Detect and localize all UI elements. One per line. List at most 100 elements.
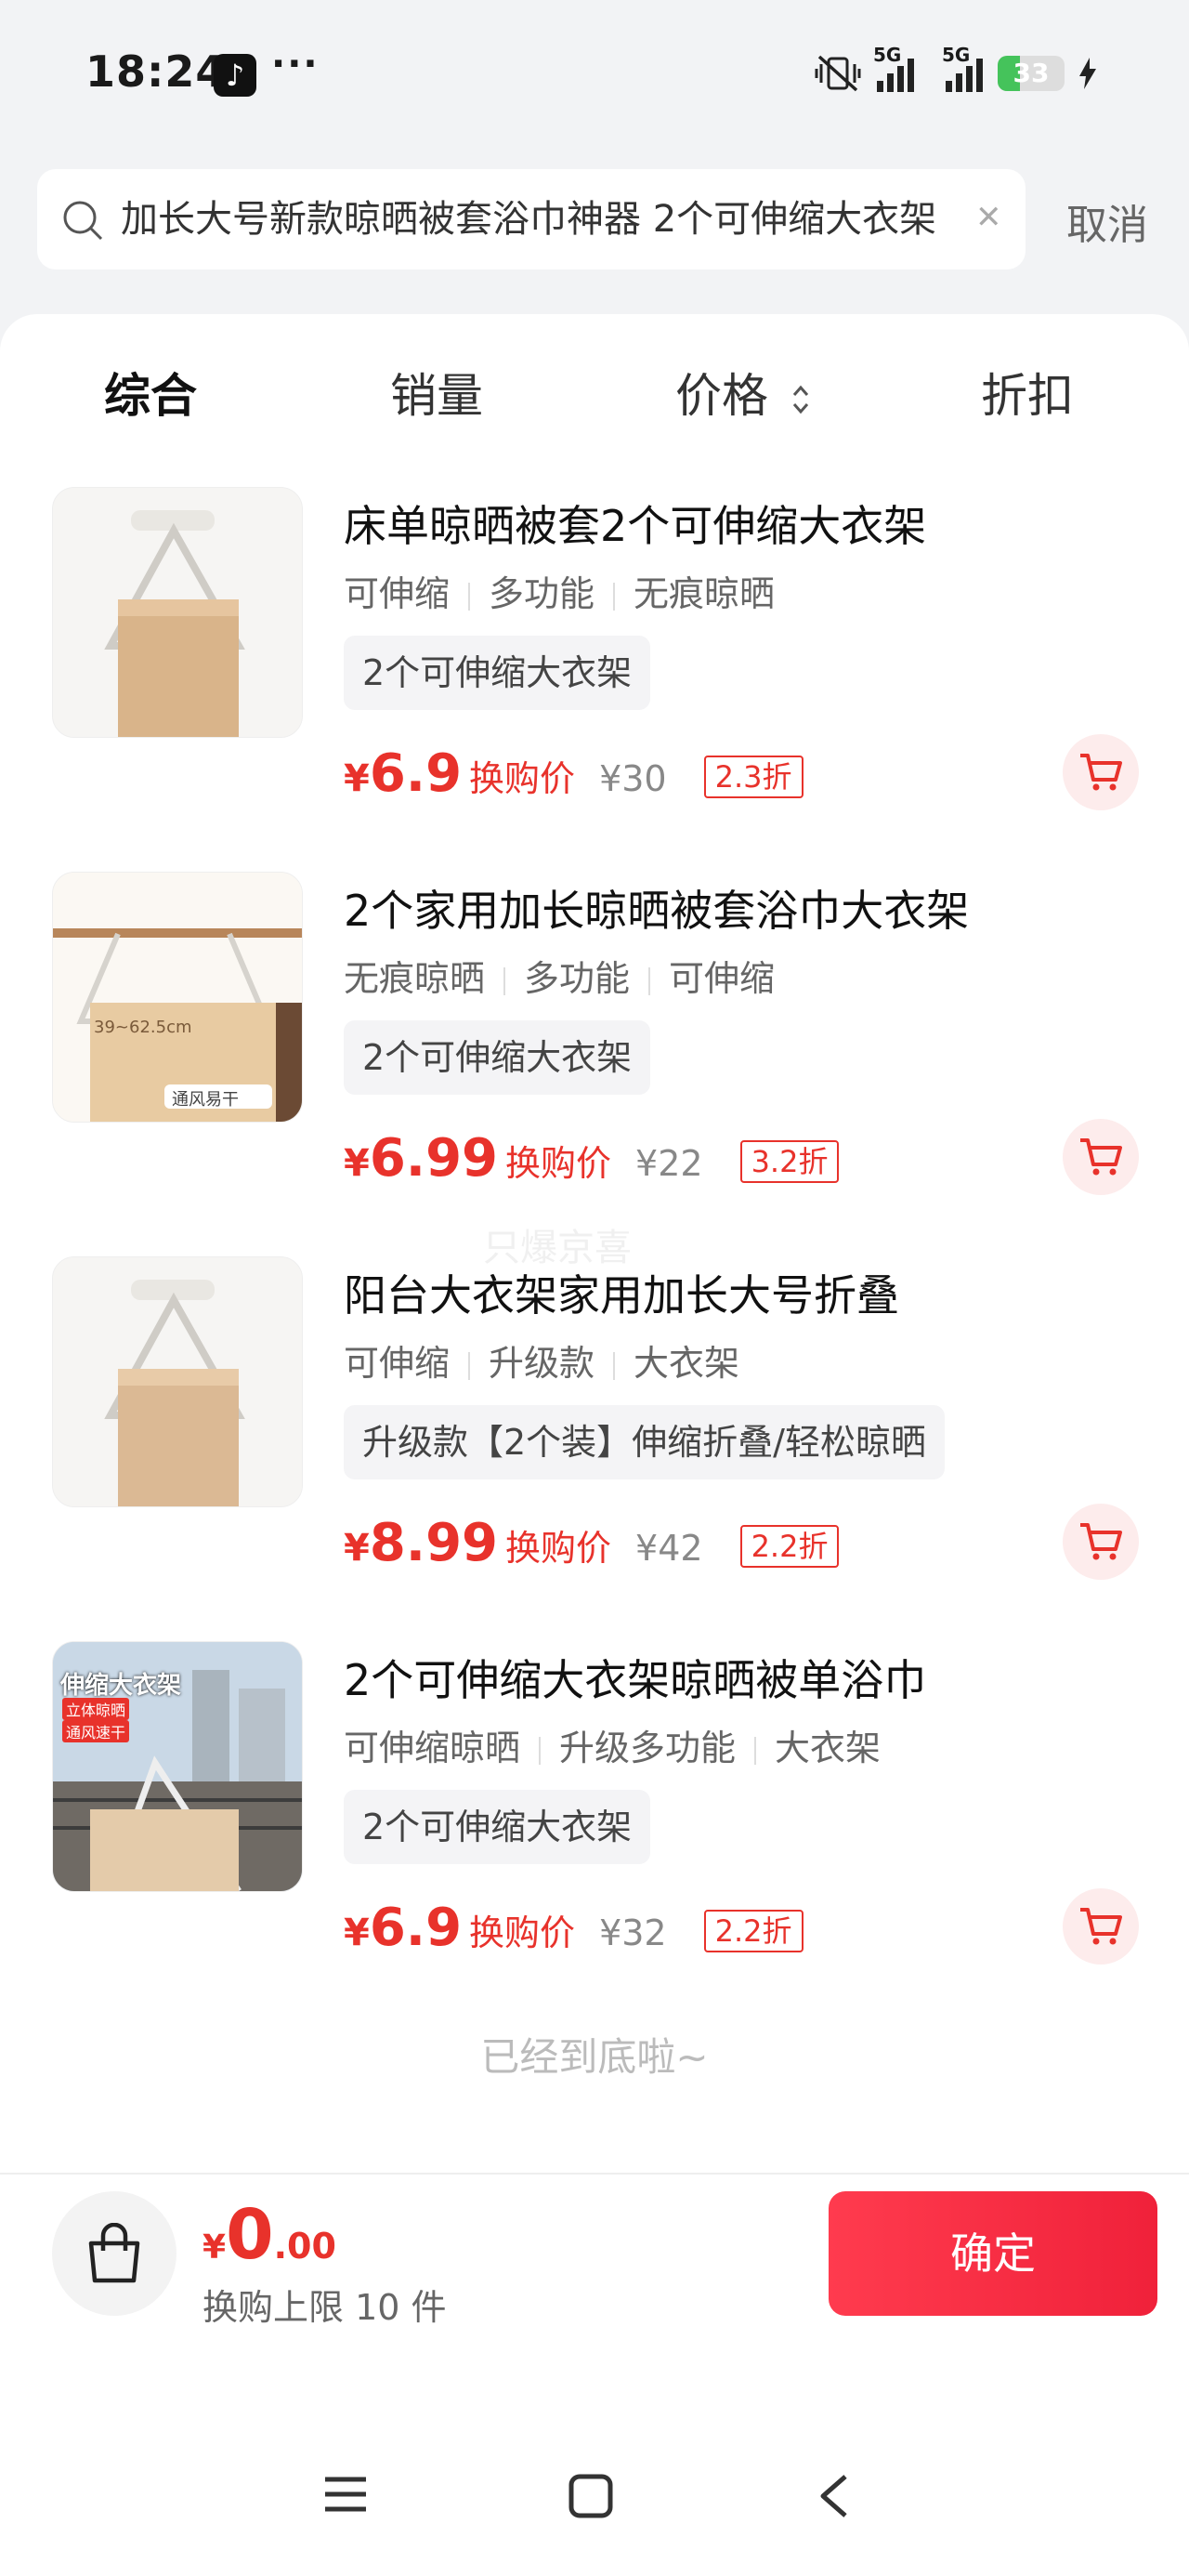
- original-price: ¥30: [599, 758, 667, 799]
- product-tags: 可伸缩 多功能 无痕晾晒: [344, 565, 775, 616]
- product-card[interactable]: 伸缩大衣架 立体晾晒 通风速干 2个可伸缩大衣架晾晒被单浴巾 可伸缩晾晒 升级多功…: [0, 1641, 1189, 1965]
- shopping-bag-icon: [88, 2223, 140, 2283]
- network-type-2: 5G: [942, 44, 971, 66]
- search-input[interactable]: 加长大号新款晾晒被套浴巾神器 2个可伸缩大衣架: [121, 169, 957, 269]
- swap-price-label: 换购价: [505, 1528, 612, 1569]
- mute-vibrate-icon: [815, 55, 861, 92]
- add-to-cart-button[interactable]: [1063, 1119, 1139, 1195]
- status-time: 18:24: [85, 46, 227, 97]
- product-title: 2个可伸缩大衣架晾晒被单浴巾: [344, 1655, 927, 1705]
- end-of-list-text: 已经到底啦~: [480, 2034, 709, 2080]
- cart-icon: [1080, 1908, 1122, 1945]
- add-to-cart-button[interactable]: [1063, 1888, 1139, 1965]
- tab-price[interactable]: 价格: [675, 359, 811, 426]
- product-tag: 大衣架: [634, 1343, 740, 1384]
- product-tag: 可伸缩晾晒: [344, 1728, 521, 1768]
- menu-icon[interactable]: [323, 2474, 368, 2515]
- add-to-cart-button[interactable]: [1063, 1504, 1139, 1580]
- product-tag: 多功能: [524, 958, 631, 999]
- product-title: 床单晾晒被套2个可伸缩大衣架: [344, 501, 927, 551]
- tab-discount[interactable]: 折扣: [981, 359, 1074, 426]
- product-tag: 无痕晾晒: [344, 958, 486, 999]
- image-caption: 伸缩大衣架: [60, 1672, 182, 1700]
- battery-icon: 33: [998, 56, 1065, 91]
- checkout-bar: ¥0.00 换购上限 10 件 确定: [0, 2173, 1189, 2360]
- price-row: ¥6.9 换购价 ¥30 2.3折: [344, 743, 804, 808]
- product-image: 39~62.5cm 通风易干: [52, 872, 303, 1123]
- product-price: ¥6.9: [344, 1898, 463, 1958]
- product-tag: 大衣架: [775, 1728, 882, 1768]
- original-price: ¥22: [635, 1143, 703, 1184]
- image-measure: 39~62.5cm: [94, 1018, 192, 1037]
- product-tags: 可伸缩 升级款 大衣架: [344, 1334, 739, 1386]
- system-nav-bar: [0, 2359, 1189, 2576]
- product-image: [52, 1256, 303, 1507]
- discount-badge: 3.2折: [739, 1140, 840, 1183]
- product-card[interactable]: 阳台大衣架家用加长大号折叠 可伸缩 升级款 大衣架 升级款【2个装】伸缩折叠/轻松晾…: [0, 1256, 1189, 1580]
- discount-badge: 2.2折: [739, 1525, 840, 1568]
- home-icon[interactable]: [568, 2474, 613, 2518]
- cart-bag-button[interactable]: [52, 2191, 176, 2316]
- product-title: 2个家用加长晾晒被套浴巾大衣架: [344, 886, 970, 936]
- watermark: 只爆京喜: [483, 1227, 632, 1269]
- status-icons: 5G 5G 33: [814, 44, 1096, 97]
- product-tag: 可伸缩: [669, 958, 776, 999]
- add-to-cart-button[interactable]: [1063, 734, 1139, 810]
- product-tag: 无痕晾晒: [634, 573, 776, 614]
- product-variant[interactable]: 2个可伸缩大衣架: [344, 1790, 651, 1864]
- signal-icon: 5G: [873, 44, 914, 92]
- status-bar: 18:24 ♪ ··· 5G 5G 33: [0, 0, 1189, 149]
- product-tags: 无痕晾晒 多功能 可伸缩: [344, 950, 775, 1001]
- cart-icon: [1080, 754, 1122, 791]
- product-price: ¥6.99: [344, 1128, 499, 1189]
- product-variant[interactable]: 2个可伸缩大衣架: [344, 1020, 651, 1095]
- cart-icon: [1080, 1523, 1122, 1560]
- swap-limit-text: 换购上限 10 件: [203, 2287, 447, 2328]
- product-image: [52, 487, 303, 738]
- charging-icon: [1079, 58, 1096, 89]
- product-tags: 可伸缩晾晒 升级多功能 大衣架: [344, 1719, 881, 1770]
- signal-icon-2: 5G: [942, 44, 983, 92]
- battery-level: 33: [1013, 58, 1050, 88]
- product-tag: 可伸缩: [344, 1343, 451, 1384]
- more-icon: ···: [271, 43, 320, 85]
- product-price: ¥8.99: [344, 1513, 499, 1573]
- swap-price-label: 换购价: [505, 1143, 612, 1184]
- product-variant[interactable]: 升级款【2个装】伸缩折叠/轻松晾晒: [344, 1405, 945, 1479]
- product-price: ¥6.9: [344, 743, 463, 804]
- cart-icon: [1080, 1138, 1122, 1176]
- sort-arrows-icon: [792, 385, 809, 414]
- price-row: ¥8.99 换购价 ¥42 2.2折: [344, 1513, 840, 1578]
- tab-comprehensive[interactable]: 综合: [104, 359, 197, 426]
- product-variant[interactable]: 2个可伸缩大衣架: [344, 636, 651, 710]
- swap-price-label: 换购价: [469, 758, 576, 799]
- search-icon: [63, 201, 103, 241]
- original-price: ¥32: [599, 1912, 667, 1953]
- product-tag: 升级款: [489, 1343, 595, 1384]
- product-tag: 可伸缩: [344, 573, 451, 614]
- clear-icon[interactable]: ✕: [975, 199, 1002, 236]
- price-row: ¥6.99 换购价 ¥22 3.2折: [344, 1128, 840, 1193]
- confirm-button[interactable]: 确定: [829, 2191, 1157, 2316]
- network-type: 5G: [873, 44, 902, 66]
- original-price: ¥42: [635, 1528, 703, 1569]
- image-caption: 通风易干: [172, 1090, 239, 1110]
- tab-price-label: 价格: [675, 369, 768, 423]
- price-row: ¥6.9 换购价 ¥32 2.2折: [344, 1898, 804, 1963]
- tab-sales[interactable]: 销量: [390, 359, 483, 426]
- total-price: ¥0.00: [203, 2195, 336, 2275]
- tiktok-icon: ♪: [214, 54, 256, 97]
- product-tag: 多功能: [489, 573, 595, 614]
- image-badge: 立体晾晒: [62, 1698, 130, 1720]
- cancel-button[interactable]: 取消: [1066, 191, 1148, 251]
- product-tag: 升级多功能: [559, 1728, 737, 1768]
- product-card[interactable]: 床单晾晒被套2个可伸缩大衣架 可伸缩 多功能 无痕晾晒 2个可伸缩大衣架 ¥6.9 换…: [0, 487, 1189, 810]
- product-card[interactable]: 39~62.5cm 通风易干 2个家用加长晾晒被套浴巾大衣架 无痕晾晒 多功能 可伸…: [0, 872, 1189, 1195]
- product-image: 伸缩大衣架 立体晾晒 通风速干: [52, 1641, 303, 1892]
- discount-badge: 2.2折: [703, 1910, 804, 1952]
- discount-badge: 2.3折: [703, 756, 804, 798]
- back-icon[interactable]: [817, 2474, 851, 2518]
- swap-price-label: 换购价: [469, 1912, 576, 1953]
- search-bar[interactable]: 加长大号新款晾晒被套浴巾神器 2个可伸缩大衣架 ✕: [37, 169, 1026, 269]
- image-badge: 通风速干: [62, 1720, 130, 1742]
